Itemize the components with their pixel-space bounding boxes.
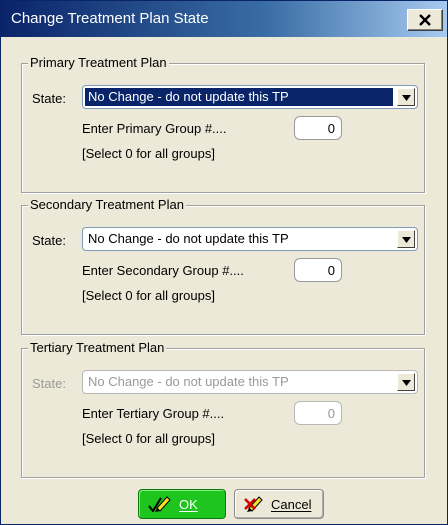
dropdown-arrow-button[interactable]: [397, 230, 415, 248]
primary-treatment-plan-group: Primary Treatment Plan State: No Change …: [21, 55, 425, 193]
group-hint: [Select 0 for all groups]: [82, 146, 215, 161]
secondary-state-dropdown[interactable]: No Change - do not update this TP: [82, 227, 418, 251]
state-label: State:: [32, 376, 66, 391]
group-hint: [Select 0 for all groups]: [82, 431, 215, 446]
ok-button-label: OK: [179, 496, 198, 512]
chevron-down-icon: [401, 375, 411, 389]
pencil-cross-icon: [243, 494, 263, 515]
group-hint: [Select 0 for all groups]: [82, 288, 215, 303]
tertiary-treatment-plan-group: Tertiary Treatment Plan State: No Change…: [21, 340, 425, 478]
cancel-button[interactable]: Cancel: [234, 489, 324, 519]
title-bar[interactable]: Change Treatment Plan State: [1, 1, 447, 37]
dropdown-arrow-button[interactable]: [397, 88, 415, 106]
group-number-value: 0: [327, 121, 335, 136]
close-button[interactable]: [407, 9, 443, 31]
window-title: Change Treatment Plan State: [11, 10, 209, 27]
group-legend: Secondary Treatment Plan: [28, 197, 186, 213]
state-label: State:: [32, 91, 66, 106]
ok-button[interactable]: OK: [138, 489, 226, 519]
secondary-treatment-plan-group: Secondary Treatment Plan State: No Chang…: [21, 197, 425, 335]
group-number-value: 0: [327, 406, 335, 421]
group-number-label: Enter Tertiary Group #....: [82, 406, 225, 421]
primary-group-number-input[interactable]: 0: [294, 116, 342, 140]
primary-state-dropdown[interactable]: No Change - do not update this TP: [82, 85, 418, 109]
tertiary-state-dropdown[interactable]: No Change - do not update this TP: [82, 370, 418, 394]
chevron-down-icon: [401, 90, 411, 104]
state-label: State:: [32, 233, 66, 248]
pencil-check-icon: [147, 494, 171, 515]
close-icon: [419, 14, 431, 26]
secondary-group-number-input[interactable]: 0: [294, 258, 342, 282]
group-legend: Tertiary Treatment Plan: [28, 340, 167, 356]
dialog-window: Change Treatment Plan State Primary Trea…: [0, 0, 448, 525]
dropdown-value: No Change - do not update this TP: [88, 374, 289, 389]
group-number-label: Enter Secondary Group #....: [82, 263, 244, 278]
dropdown-value: No Change - do not update this TP: [85, 88, 393, 106]
cancel-button-label: Cancel: [271, 496, 312, 512]
dropdown-value: No Change - do not update this TP: [88, 231, 289, 246]
group-number-value: 0: [327, 263, 335, 278]
group-legend: Primary Treatment Plan: [28, 55, 169, 71]
chevron-down-icon: [401, 232, 411, 246]
group-number-label: Enter Primary Group #....: [82, 121, 227, 136]
dropdown-arrow-button[interactable]: [397, 373, 415, 391]
tertiary-group-number-input[interactable]: 0: [294, 401, 342, 425]
